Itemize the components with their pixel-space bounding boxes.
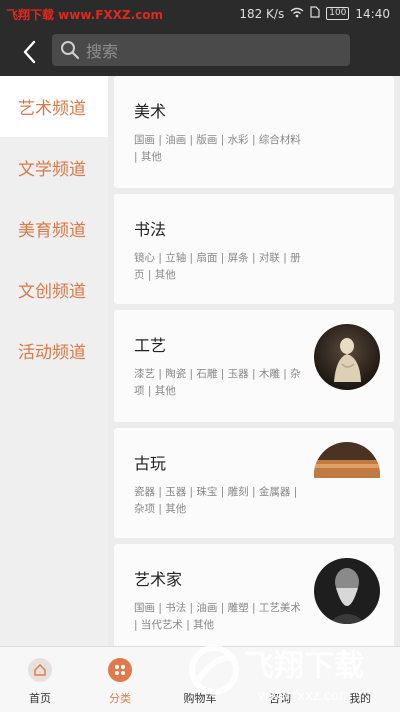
- sidebar-item-label: 文学频道: [18, 160, 86, 180]
- tab-label: 首页: [29, 692, 51, 705]
- sidebar-item-literature[interactable]: 文学频道: [0, 137, 108, 198]
- watermark-url: www.fxxz.com: [258, 689, 352, 704]
- network-speed: 182 K/s: [239, 6, 285, 21]
- crafts-thumbnail-image: [314, 324, 380, 390]
- tab-category[interactable]: 分类: [80, 647, 160, 712]
- sim-icon: [310, 6, 320, 21]
- home-icon: [28, 658, 52, 682]
- watermark-logo: 飞翔下载 www.fxxz.com: [186, 636, 400, 712]
- status-indicators: 182 K/s 100 14:40: [239, 6, 390, 21]
- search-placeholder: 搜索: [86, 42, 119, 61]
- chevron-left-icon: [23, 40, 36, 64]
- card-title: 古玩: [134, 454, 167, 473]
- category-sidebar: 艺术频道 文学频道 美育频道 文创频道 活动频道: [0, 76, 108, 646]
- card-tags: 国画 | 书法 | 油画 | 雕塑 | 工艺美术 | 当代艺术 | 其他: [134, 602, 301, 631]
- search-icon: [61, 41, 80, 60]
- category-card-calligraphy[interactable]: 书法 镜心 | 立轴 | 扇面 | 屏条 | 对联 | 册页 | 其他: [114, 194, 394, 304]
- watermark-top: 飞翔下载 www.FXXZ.com: [6, 8, 164, 22]
- sidebar-item-events[interactable]: 活动频道: [0, 320, 108, 381]
- top-bar: 搜索: [0, 28, 400, 76]
- sidebar-item-cultural-creative[interactable]: 文创频道: [0, 259, 108, 320]
- sidebar-item-aesthetic-education[interactable]: 美育频道: [0, 198, 108, 259]
- category-card-fine-art[interactable]: 美术 国画 | 油画 | 版画 | 水彩 | 综合材料 | 其他: [114, 76, 394, 188]
- back-button[interactable]: [12, 36, 46, 68]
- card-tags: 国画 | 油画 | 版画 | 水彩 | 综合材料 | 其他: [134, 134, 301, 163]
- category-card-antiques[interactable]: 古玩 瓷器 | 玉器 | 珠宝 | 雕刻 | 金属器 | 杂项 | 其他: [114, 428, 394, 538]
- watermark-brand: 飞翔下载: [244, 649, 364, 684]
- subcategory-list: 美术 国画 | 油画 | 版画 | 水彩 | 综合材料 | 其他 书法 镜心 | …: [108, 76, 400, 646]
- card-tags: 瓷器 | 玉器 | 珠宝 | 雕刻 | 金属器 | 杂项 | 其他: [134, 486, 298, 515]
- battery-indicator: 100: [326, 7, 350, 20]
- card-tags: 漆艺 | 陶瓷 | 石雕 | 玉器 | 木雕 | 杂项 | 其他: [134, 368, 301, 397]
- sidebar-item-label: 文创频道: [18, 282, 86, 302]
- card-tags: 镜心 | 立轴 | 扇面 | 屏条 | 对联 | 册页 | 其他: [134, 252, 301, 281]
- sidebar-item-art[interactable]: 艺术频道: [0, 76, 108, 137]
- status-bar: 飞翔下载 www.FXXZ.com 182 K/s 100 14:40: [0, 0, 400, 28]
- tab-home[interactable]: 首页: [0, 647, 80, 712]
- card-title: 书法: [134, 220, 167, 239]
- sidebar-item-label: 艺术频道: [18, 99, 86, 119]
- sidebar-item-label: 活动频道: [18, 343, 86, 363]
- artists-thumbnail-image: [314, 558, 380, 624]
- card-title: 艺术家: [134, 570, 183, 589]
- category-card-artists[interactable]: 艺术家 国画 | 书法 | 油画 | 雕塑 | 工艺美术 | 当代艺术 | 其他: [114, 544, 394, 646]
- card-title: 美术: [134, 102, 167, 121]
- tab-label: 分类: [109, 692, 131, 705]
- card-title: 工艺: [134, 336, 167, 355]
- sidebar-item-label: 美育频道: [18, 221, 86, 241]
- antiques-thumbnail-image: [314, 442, 380, 478]
- wifi-icon: [290, 7, 304, 21]
- category-card-crafts[interactable]: 工艺 漆艺 | 陶瓷 | 石雕 | 玉器 | 木雕 | 杂项 | 其他: [114, 310, 394, 422]
- clock: 14:40: [355, 6, 390, 21]
- category-icon: [108, 658, 132, 682]
- search-input[interactable]: 搜索: [52, 34, 350, 66]
